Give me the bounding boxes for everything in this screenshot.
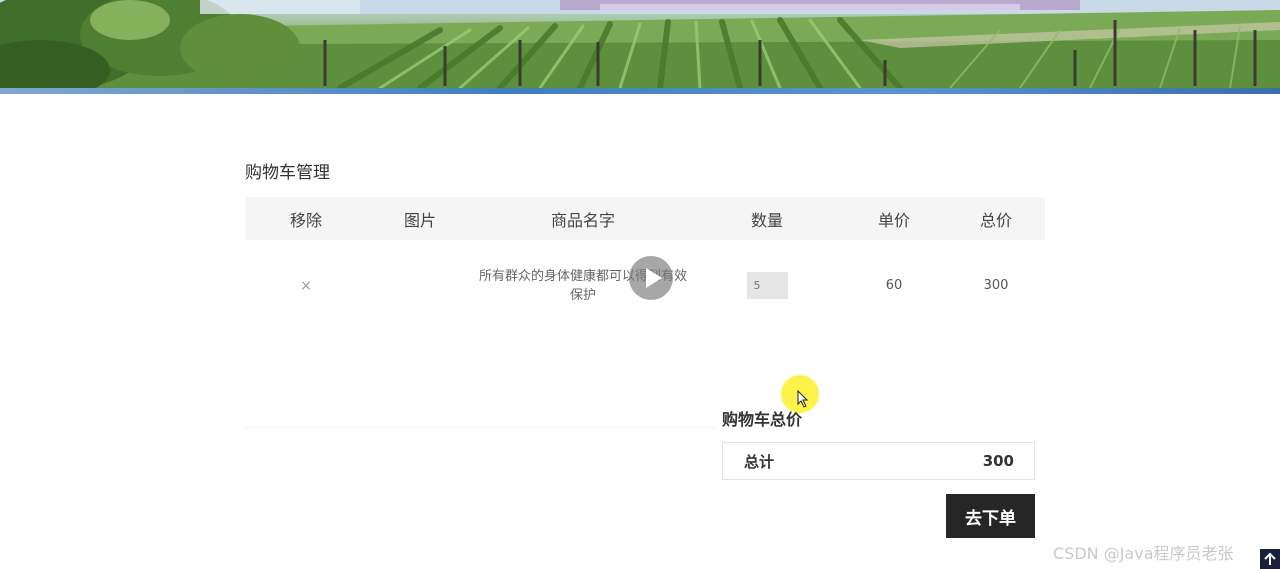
unit-price: 60 xyxy=(885,278,903,293)
farm-field-image xyxy=(0,0,1280,88)
totals-label: 总计 xyxy=(744,452,775,471)
watermark: CSDN @Java程序员老张 xyxy=(1053,544,1234,563)
banner-divider xyxy=(0,88,1280,94)
back-to-top-button[interactable] xyxy=(1260,549,1280,569)
header-unit-price: 单价 xyxy=(877,210,910,230)
header-image: 图片 xyxy=(403,210,436,230)
checkout-button[interactable]: 去下单 xyxy=(946,494,1035,538)
table-header: 移除 图片 商品名字 数量 单价 总价 xyxy=(245,197,1045,240)
arrow-up-icon xyxy=(1264,552,1276,565)
divider xyxy=(245,427,715,428)
cart-totals-box: 总计 300 xyxy=(722,442,1035,480)
play-icon xyxy=(646,268,662,288)
header-total-price: 总价 xyxy=(979,210,1012,230)
page-title: 购物车管理 xyxy=(245,163,330,183)
totals-value: 300 xyxy=(982,452,1014,470)
video-play-button[interactable] xyxy=(629,256,673,300)
header-quantity: 数量 xyxy=(750,210,783,230)
quantity-input[interactable] xyxy=(746,272,788,299)
remove-item-button[interactable]: × xyxy=(300,278,312,294)
header-banner xyxy=(0,0,1280,88)
header-remove: 移除 xyxy=(289,210,322,230)
header-name: 商品名字 xyxy=(550,210,615,230)
row-total-price: 300 xyxy=(983,278,1009,293)
cursor-arrow-icon xyxy=(797,390,809,408)
